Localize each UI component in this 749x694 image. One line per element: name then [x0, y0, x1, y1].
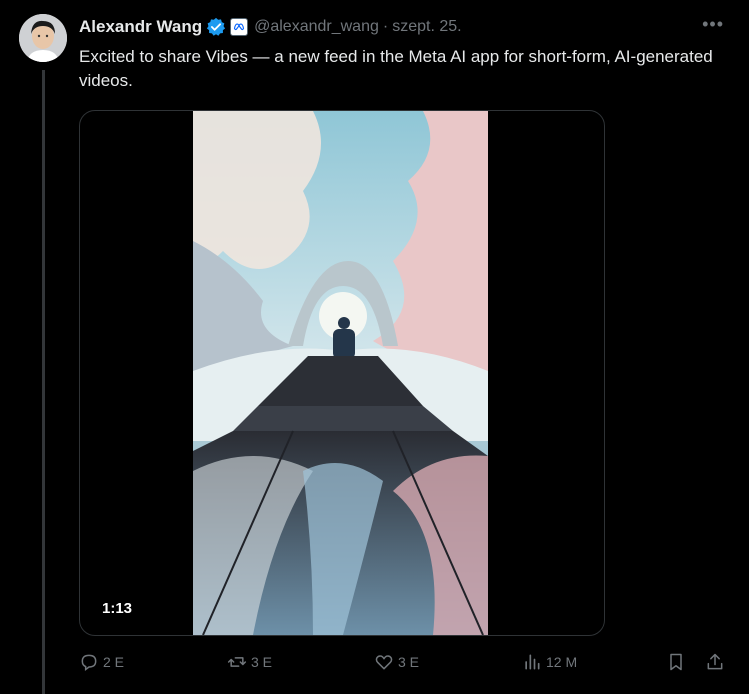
verified-badge-icon	[206, 17, 226, 37]
avatar[interactable]	[19, 14, 67, 62]
video-duration: 1:13	[102, 600, 133, 617]
author-handle[interactable]: @alexandr_wang	[254, 18, 379, 36]
action-bar: 2 E 3 E 3 E 12 M	[79, 650, 729, 676]
meta-affiliation-icon[interactable]	[230, 18, 249, 36]
bookmark-icon	[670, 653, 682, 671]
video-thumbnail[interactable]	[193, 111, 488, 635]
thread-line	[42, 70, 45, 694]
like-count: 3 E	[398, 654, 420, 670]
views-count: 12 M	[546, 654, 578, 670]
analytics-icon	[525, 654, 540, 670]
reply-count: 2 E	[103, 654, 125, 670]
reply-button[interactable]: 2 E	[79, 652, 124, 672]
share-button[interactable]	[705, 652, 729, 672]
separator-dot: ·	[382, 18, 389, 35]
share-icon	[707, 653, 723, 670]
tweet-header: Alexandr Wang @alexandr_wang · szept. 25…	[79, 15, 729, 39]
tweet-date[interactable]: szept. 25.	[392, 18, 461, 36]
like-button[interactable]: 3 E	[374, 652, 419, 672]
tweet-text: Excited to share Vibes — a new feed in t…	[79, 47, 713, 90]
more-icon[interactable]: •••	[702, 14, 724, 35]
heart-icon	[375, 655, 393, 670]
repost-count: 3 E	[251, 654, 273, 670]
views-button[interactable]: 12 M	[522, 652, 577, 672]
repost-button[interactable]: 3 E	[227, 652, 272, 672]
bookmark-button[interactable]	[666, 652, 690, 672]
author-name[interactable]: Alexandr Wang	[79, 17, 202, 37]
reply-icon	[81, 654, 97, 671]
repost-icon	[227, 657, 247, 667]
video-player[interactable]: 1:13	[79, 110, 605, 636]
